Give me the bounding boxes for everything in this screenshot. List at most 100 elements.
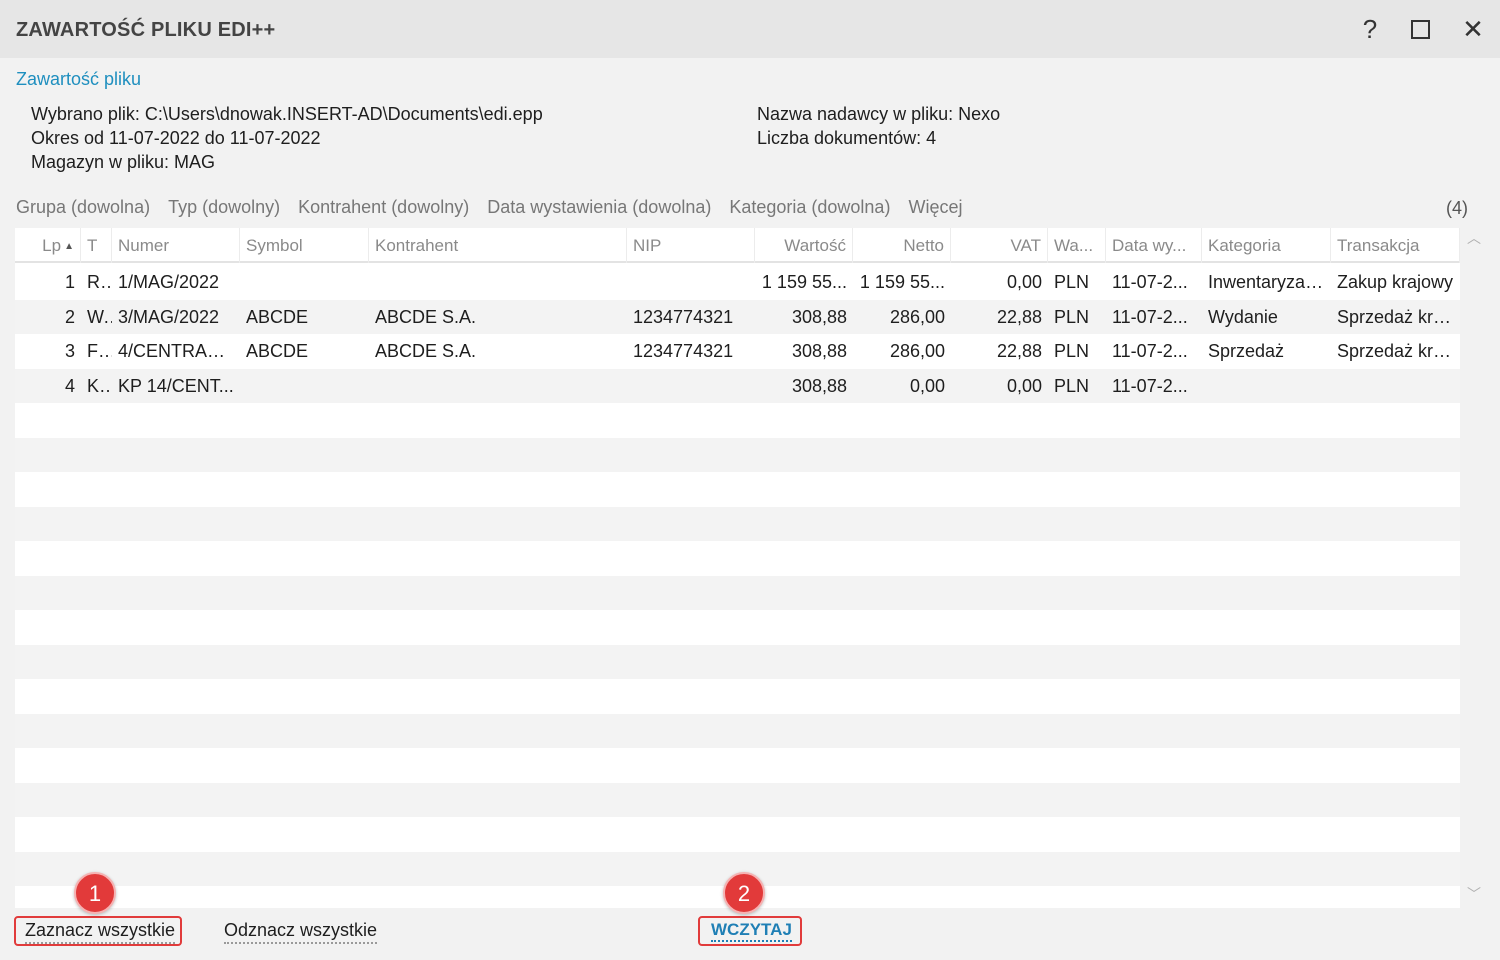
cell-type: W.: [87, 306, 108, 327]
file-info-right: Nazwa nadawcy w pliku: Nexo Liczba dokum…: [757, 102, 1000, 150]
filter-contractor[interactable]: Kontrahent (dowolny): [298, 197, 469, 221]
table-row[interactable]: 1 R.. 1/MAG/2022 1 159 55... 1 159 55... 0,00…: [15, 265, 1460, 300]
scroll-down-icon[interactable]: ﹀: [1466, 886, 1482, 902]
column-header-category[interactable]: Kategoria: [1202, 228, 1331, 263]
close-icon: ✕: [1462, 13, 1484, 44]
column-header-label: Kontrahent: [375, 236, 459, 255]
close-button[interactable]: ✕: [1458, 14, 1488, 44]
window-title: ZAWARTOŚĆ PLIKU EDI++: [16, 19, 276, 41]
period-label: Okres od 11-07-2022 do 11-07-2022: [31, 128, 321, 148]
column-header-currency[interactable]: Wa...: [1048, 228, 1106, 263]
cell-contractor: ABCDE S.A.: [375, 341, 477, 361]
cell-contractor: [369, 265, 627, 299]
table-row[interactable]: 3 FS 4/CENTRALA... ABCDE ABCDE S.A. 123477432…: [15, 334, 1460, 369]
cell-category: Inwentaryzacja: [1208, 272, 1329, 292]
section-title: Zawartość pliku: [16, 69, 142, 89]
documents-table: Lp ▲ T Numer Symbol Kontrahent NIP Wartość Netto…: [15, 228, 1460, 908]
table-row[interactable]: 4 K.. KP 14/CENT... 308,88 0,00 0,00 PLN 11-07-…: [15, 368, 1460, 403]
column-header-label: Netto: [903, 236, 944, 255]
empty-row: [15, 506, 1460, 541]
scroll-up-icon[interactable]: ︿: [1466, 230, 1482, 246]
column-header-lp[interactable]: Lp ▲: [15, 228, 81, 263]
cell-transaction: Sprzedaż kra...: [1337, 306, 1459, 327]
column-header-label: Lp: [42, 236, 62, 255]
column-header-label: NIP: [633, 236, 662, 255]
column-header-issue-date[interactable]: Data wy...: [1106, 228, 1202, 263]
cell-category: [1202, 369, 1331, 403]
empty-row: [15, 437, 1460, 472]
help-button[interactable]: ?: [1355, 14, 1385, 44]
column-header-net[interactable]: Netto: [853, 228, 951, 263]
table-row[interactable]: 2 W. 3/MAG/2022 ABCDE ABCDE S.A. 1234774321 30…: [15, 299, 1460, 334]
filter-group[interactable]: Grupa (dowolna): [16, 197, 150, 221]
doc-count-label: Liczba dokumentów: 4: [757, 128, 937, 148]
cell-value: 308,88: [791, 375, 847, 396]
column-header-number[interactable]: Numer: [112, 228, 240, 263]
empty-row: [15, 748, 1460, 783]
cell-lp: 1: [64, 272, 75, 292]
cell-value: 1 159 55...: [761, 272, 847, 292]
column-header-label: VAT: [1010, 236, 1041, 255]
help-icon: ?: [1362, 13, 1378, 44]
cell-lp: 4: [64, 375, 75, 396]
maximize-button[interactable]: [1405, 14, 1435, 44]
maximize-icon: [1410, 19, 1430, 39]
column-header-vat[interactable]: VAT: [951, 228, 1048, 263]
cell-currency: PLN: [1054, 341, 1090, 361]
table-scrollbar[interactable]: ︿ ﹀: [1462, 228, 1486, 908]
cell-number: 3/MAG/2022: [118, 306, 220, 327]
cell-transaction: Sprzedaż kra...: [1337, 341, 1459, 361]
cell-issue-date: 11-07-2...: [1112, 341, 1188, 361]
filter-issue-date[interactable]: Data wystawienia (dowolna): [487, 197, 711, 221]
cell-nip: [627, 369, 755, 403]
filter-more[interactable]: Więcej: [908, 197, 962, 221]
cell-nip: 1234774321: [633, 341, 734, 361]
select-all-button[interactable]: Zaznacz wszystkie: [25, 920, 176, 944]
empty-row: [15, 644, 1460, 679]
cell-lp: 2: [64, 306, 75, 327]
sender-label: Nazwa nadawcy w pliku: Nexo: [757, 104, 1001, 124]
empty-row: [15, 782, 1460, 817]
filter-type[interactable]: Typ (dowolny): [168, 197, 280, 221]
column-header-label: Data wy...: [1112, 236, 1187, 255]
table-header: Lp ▲ T Numer Symbol Kontrahent NIP Wartość Netto…: [15, 228, 1460, 263]
column-header-contractor[interactable]: Kontrahent: [369, 228, 627, 263]
column-header-label: T: [87, 236, 98, 255]
cell-vat: 0,00: [1006, 272, 1042, 292]
step-badge-2: 2: [723, 872, 765, 914]
cell-transaction: [1331, 369, 1460, 403]
column-header-label: Symbol: [246, 236, 303, 255]
empty-row: [15, 403, 1460, 438]
column-header-label: Numer: [118, 236, 170, 255]
cell-vat: 22,88: [996, 306, 1042, 327]
file-info-left: Wybrano plik: C:\Users\dnowak.INSERT-AD\…: [31, 102, 543, 174]
empty-row: [15, 610, 1460, 645]
filter-category[interactable]: Kategoria (dowolna): [729, 197, 890, 221]
cell-contractor: [369, 369, 627, 403]
empty-row: [15, 817, 1460, 852]
cell-type: R..: [87, 272, 111, 292]
cell-lp: 3: [64, 341, 75, 361]
empty-row: [15, 541, 1460, 576]
cell-symbol: [240, 369, 369, 403]
empty-row: [15, 472, 1460, 507]
column-header-transaction[interactable]: Transakcja: [1331, 228, 1460, 263]
selected-file-label: Wybrano plik: C:\Users\dnowak.INSERT-AD\…: [31, 104, 543, 124]
column-header-label: Wa...: [1054, 236, 1094, 255]
cell-transaction: Zakup krajowy: [1337, 272, 1454, 292]
step-badge-1: 1: [74, 872, 116, 914]
column-header-type[interactable]: T: [81, 228, 112, 263]
deselect-all-button[interactable]: Odznacz wszystkie: [224, 920, 378, 944]
sort-ascending-icon: ▲: [64, 241, 74, 252]
cell-currency: PLN: [1054, 375, 1090, 396]
column-header-value[interactable]: Wartość: [755, 228, 853, 263]
cell-symbol: [240, 265, 369, 299]
load-button[interactable]: WCZYTAJ: [711, 920, 792, 942]
column-header-label: Wartość: [784, 236, 846, 255]
column-header-nip[interactable]: NIP: [627, 228, 755, 263]
cell-category: Sprzedaż: [1208, 341, 1285, 361]
cell-issue-date: 11-07-2...: [1112, 272, 1188, 292]
cell-net: 286,00: [889, 341, 945, 361]
empty-row: [15, 713, 1460, 748]
column-header-symbol[interactable]: Symbol: [240, 228, 369, 263]
